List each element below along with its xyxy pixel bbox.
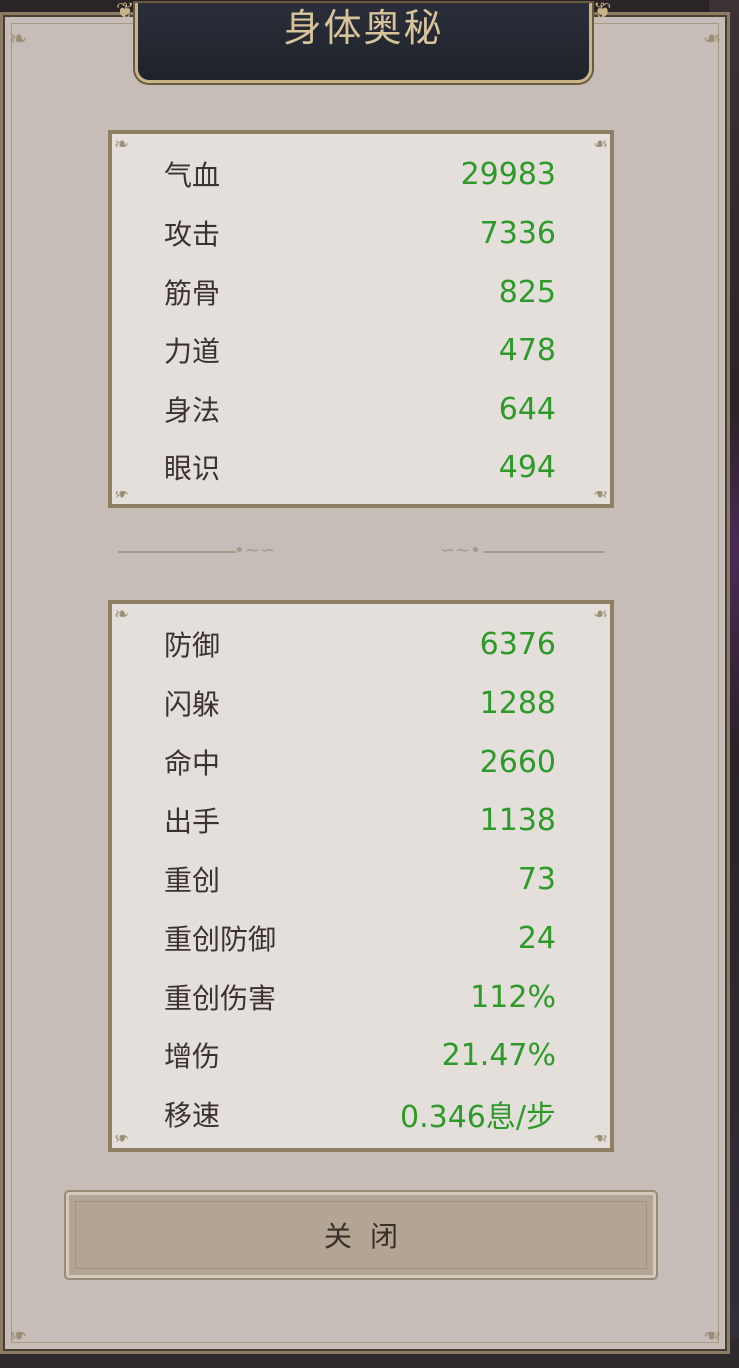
stat-value: 1138 <box>479 802 556 838</box>
stat-row-defense: 防御 6376 <box>164 624 556 664</box>
secondary-stats-box: ❧ ❧ ❧ ❧ 防御 6376 闪躲 1288 命中 2660 出手 1138 … <box>108 600 614 1152</box>
stat-row-strength: 力道 478 <box>164 330 556 370</box>
stat-row-critical-damage: 重创伤害 112% <box>164 977 556 1017</box>
stat-value: 2660 <box>479 744 556 780</box>
corner-ornament-top-left: ❧ <box>9 27 28 52</box>
box-corner-icon: ❧ <box>114 134 130 155</box>
stat-value: 73 <box>517 861 556 897</box>
close-button[interactable]: 关闭 <box>66 1192 656 1278</box>
corner-ornament-bottom-left: ❧ <box>9 1322 28 1347</box>
corner-ornament-bottom-right: ❧ <box>702 1322 721 1347</box>
stat-row-constitution: 筋骨 825 <box>164 272 556 312</box>
stat-label: 重创伤害 <box>164 982 277 1015</box>
stat-value: 478 <box>498 332 556 368</box>
box-corner-icon: ❧ <box>592 134 608 155</box>
title-wing-right-icon: ❦ <box>592 0 611 24</box>
stat-label: 攻击 <box>164 218 221 251</box>
stat-value: 29983 <box>460 156 556 192</box>
stat-row-initiative: 出手 1138 <box>164 800 556 840</box>
box-corner-icon: ❧ <box>592 604 608 625</box>
stat-row-damage-bonus: 增伤 21.47% <box>164 1035 556 1075</box>
stat-value: 21.47% <box>441 1037 556 1073</box>
stat-label: 筋骨 <box>164 277 221 310</box>
stat-row-perception: 眼识 494 <box>164 447 556 487</box>
close-button-label: 关闭 <box>323 1220 416 1253</box>
stat-row-critical-defense: 重创防御 24 <box>164 918 556 958</box>
stat-label: 气血 <box>164 159 221 192</box>
divider-flourish-icon: ∽~• <box>440 540 481 561</box>
stat-value: 825 <box>498 274 556 310</box>
corner-ornament-top-right: ❧ <box>702 27 721 52</box>
stat-row-agility: 身法 644 <box>164 389 556 429</box>
stat-value: 24 <box>517 920 556 956</box>
divider-flourish-icon: •~∽ <box>234 540 275 561</box>
stat-label: 移速 <box>164 1099 221 1132</box>
stat-label: 闪躲 <box>164 688 221 721</box>
box-corner-icon: ❧ <box>592 1127 608 1148</box>
box-corner-icon: ❧ <box>114 483 130 504</box>
title-wing-left-icon: ❦ <box>116 0 135 24</box>
stat-row-accuracy: 命中 2660 <box>164 742 556 782</box>
primary-stats-box: ❧ ❧ ❧ ❧ 气血 29983 攻击 7336 筋骨 825 力道 478 身… <box>108 130 614 508</box>
stat-label: 重创 <box>164 864 221 897</box>
dialog-title: 身体奥秘 <box>283 6 444 50</box>
stat-label: 出手 <box>164 805 221 838</box>
stat-value: 7336 <box>479 215 556 251</box>
box-corner-icon: ❧ <box>114 1127 130 1148</box>
stat-label: 重创防御 <box>164 923 277 956</box>
stat-row-hp: 气血 29983 <box>164 154 556 194</box>
stat-value: 644 <box>498 391 556 427</box>
stat-value: 112% <box>470 979 556 1015</box>
stat-label: 眼识 <box>164 452 221 485</box>
section-divider: •~∽ ∽~• <box>118 540 608 561</box>
box-corner-icon: ❧ <box>114 604 130 625</box>
stat-label: 力道 <box>164 335 221 368</box>
stat-value: 0.346息/步 <box>400 1100 556 1135</box>
stat-label: 身法 <box>164 394 221 427</box>
stat-row-critical: 重创 73 <box>164 859 556 899</box>
stat-label: 防御 <box>164 629 221 662</box>
stat-value: 6376 <box>479 626 556 662</box>
stat-value: 1288 <box>479 685 556 721</box>
title-plate: ❦ 身体奥秘 ❦ <box>116 0 611 83</box>
stat-row-move-speed: 移速 0.346息/步 <box>164 1094 556 1135</box>
stat-label: 增伤 <box>164 1040 221 1073</box>
stat-row-dodge: 闪躲 1288 <box>164 683 556 723</box>
box-corner-icon: ❧ <box>592 483 608 504</box>
stat-label: 命中 <box>164 747 221 780</box>
stat-value: 494 <box>498 449 556 485</box>
stat-row-attack: 攻击 7336 <box>164 213 556 253</box>
